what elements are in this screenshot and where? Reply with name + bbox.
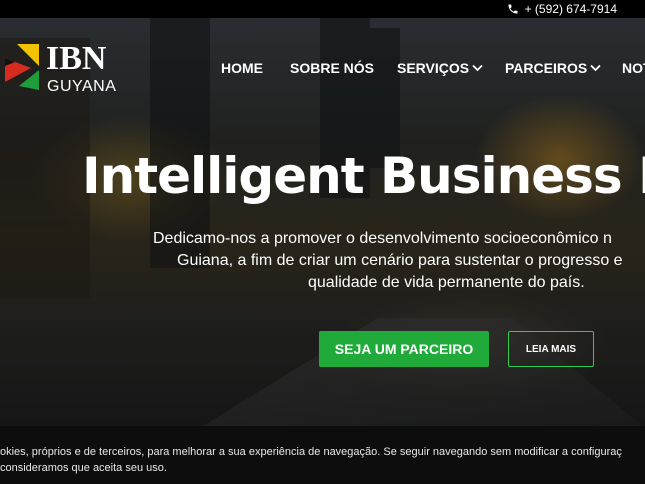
logo-title: IBN [46,40,107,77]
nav-item-home[interactable]: HOME [221,60,263,76]
nav-label: HOME [221,60,263,76]
top-bar: + (592) 674-7914 [0,0,645,18]
logo-subtitle: GUYANA [47,78,117,95]
phone-number[interactable]: + (592) 674-7914 [525,2,617,16]
hero-subtitle-line: qualidade de vida permanente do país. [308,274,585,291]
phone-icon [508,4,518,14]
cookie-text-line: okies, próprios e de terceiros, para mel… [0,446,622,458]
cookie-text-line: consideramos que aceita seu uso. [0,462,167,474]
nav-item-parceiros[interactable]: PARCEIROS [505,60,601,76]
logo-flag-icon [5,44,39,90]
read-more-button[interactable]: LEIA MAIS [508,331,594,367]
nav-label: NOT [622,60,645,76]
page: + (592) 674-7914 IBN GUYANA HOME SOBRE N… [0,0,645,484]
hero-subtitle-line: Guiana, a fim de criar um cenário para s… [177,252,623,269]
hero-subtitle-line: Dedicamo-nos a promover o desenvolviment… [153,230,612,247]
nav-item-servicos[interactable]: SERVIÇOS [397,60,483,76]
nav-label: SOBRE NÓS [290,60,375,76]
chevron-down-icon [590,64,601,72]
become-partner-button[interactable]: SEJA UM PARCEIRO [319,331,489,367]
nav-item-noticias[interactable]: NOT [622,60,645,76]
site-logo[interactable]: IBN GUYANA [5,40,117,96]
cookie-banner: okies, próprios e de terceiros, para mel… [0,426,645,484]
chevron-down-icon [472,64,483,72]
hero-headline: Intelligent Business N [82,147,645,205]
nav-label: PARCEIROS [505,60,588,76]
nav-item-sobre-nos[interactable]: SOBRE NÓS [290,60,374,76]
nav-label: SERVIÇOS [397,60,470,76]
phone-contact[interactable]: + (592) 674-7914 [507,2,617,16]
